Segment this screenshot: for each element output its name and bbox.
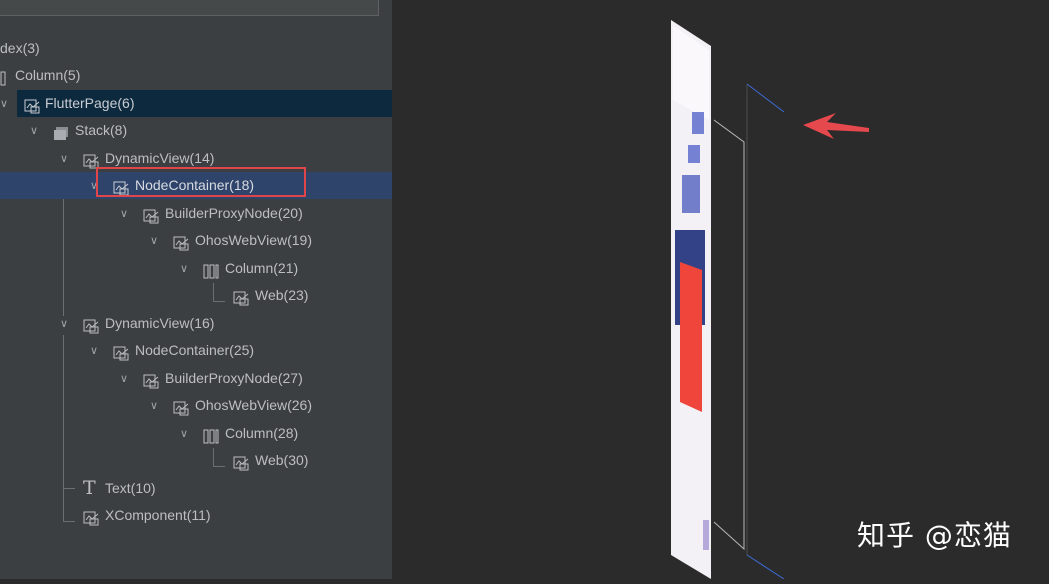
ui-element-block bbox=[703, 520, 709, 550]
tree-row[interactable]: XComponent(11) bbox=[0, 502, 392, 529]
tree-row-label: OhosWebView(19) bbox=[195, 232, 312, 248]
chevron-down-icon[interactable]: ∨ bbox=[148, 227, 160, 254]
chevron-down-icon[interactable]: ∨ bbox=[178, 255, 190, 282]
chevron-down-icon[interactable]: ∨ bbox=[118, 200, 130, 227]
ui-element-block bbox=[688, 145, 700, 163]
column-icon bbox=[203, 261, 219, 279]
tree-row[interactable]: Web(23) bbox=[0, 282, 392, 309]
component-icon bbox=[83, 508, 99, 526]
layer-outline-highlight bbox=[746, 554, 785, 580]
ui-element-block bbox=[692, 112, 704, 134]
column-icon bbox=[0, 68, 10, 86]
component-icon bbox=[233, 453, 249, 471]
chevron-down-icon[interactable]: ∨ bbox=[0, 90, 10, 117]
tree-row[interactable]: Column(5) bbox=[0, 62, 392, 89]
chevron-down-icon[interactable]: ∨ bbox=[178, 420, 190, 447]
arrow-annotation bbox=[803, 113, 869, 139]
tree-row-label: FlutterPage(6) bbox=[45, 95, 135, 111]
column-icon bbox=[203, 426, 219, 444]
tree-row[interactable]: ∨ OhosWebView(26) bbox=[0, 392, 392, 419]
component-tree-panel: dex(3) Column(5) ∨ FlutterPage(6) ∨ Stac… bbox=[0, 0, 392, 579]
component-icon bbox=[143, 206, 159, 224]
chevron-down-icon[interactable]: ∨ bbox=[148, 392, 160, 419]
component-icon bbox=[24, 96, 40, 114]
watermark: 知乎 @恋猫 bbox=[857, 519, 1012, 552]
component-icon bbox=[83, 151, 99, 169]
tree-row-label: NodeContainer(25) bbox=[135, 342, 255, 358]
tree-row-label: Stack(8) bbox=[75, 122, 128, 138]
tree-row[interactable]: ∨ OhosWebView(19) bbox=[0, 227, 392, 254]
tree-row[interactable]: ∨ NodeContainer(25) bbox=[0, 337, 392, 364]
layer-3d-view[interactable] bbox=[392, 0, 1049, 580]
component-icon bbox=[83, 316, 99, 334]
component-icon bbox=[143, 371, 159, 389]
tree-row-label: Web(30) bbox=[255, 452, 309, 468]
chevron-down-icon[interactable]: ∨ bbox=[28, 117, 40, 144]
chevron-down-icon[interactable]: ∨ bbox=[118, 365, 130, 392]
tree-row[interactable]: ∨ Stack(8) bbox=[0, 117, 392, 144]
text-icon: T bbox=[83, 477, 96, 499]
tree-row[interactable]: dex(3) bbox=[0, 35, 392, 62]
tree-row[interactable]: ∨ BuilderProxyNode(20) bbox=[0, 200, 392, 227]
tree-row-label: Column(5) bbox=[15, 67, 81, 83]
tree-row[interactable]: ∨ FlutterPage(6) bbox=[0, 90, 392, 117]
tree-row-label: Column(28) bbox=[225, 425, 299, 441]
highlight-annotation bbox=[96, 167, 306, 197]
tree-row[interactable]: ∨ DynamicView(16) bbox=[0, 310, 392, 337]
tree-row-label: dex(3) bbox=[0, 40, 40, 56]
ui-element-block bbox=[682, 175, 700, 213]
tree-row-label: OhosWebView(26) bbox=[195, 397, 312, 413]
component-icon bbox=[173, 398, 189, 416]
tree-row-label: XComponent(11) bbox=[105, 507, 211, 523]
component-icon bbox=[113, 343, 129, 361]
chevron-down-icon[interactable]: ∨ bbox=[58, 145, 70, 172]
layer-3d-canvas[interactable] bbox=[392, 0, 1049, 580]
chevron-down-icon[interactable]: ∨ bbox=[58, 310, 70, 337]
layer-outline bbox=[713, 119, 745, 551]
tree-row[interactable]: Web(30) bbox=[0, 447, 392, 474]
tree-row-label: Text(10) bbox=[105, 480, 156, 496]
tree-row-label: Web(23) bbox=[255, 287, 309, 303]
tree-row[interactable]: ∨ Column(21) bbox=[0, 255, 392, 282]
stack-icon bbox=[53, 123, 69, 140]
tree-row[interactable]: ∨ BuilderProxyNode(27) bbox=[0, 365, 392, 392]
tree-row-label: BuilderProxyNode(20) bbox=[165, 205, 303, 221]
search-input[interactable] bbox=[0, 0, 379, 16]
component-icon bbox=[173, 233, 189, 251]
red-content-block bbox=[680, 262, 702, 412]
tree-row-label: BuilderProxyNode(27) bbox=[165, 370, 303, 386]
component-icon bbox=[233, 288, 249, 306]
tree-row[interactable]: T Text(10) bbox=[0, 475, 392, 502]
tree-row-label: Column(21) bbox=[225, 260, 299, 276]
tree-row[interactable]: ∨ Column(28) bbox=[0, 420, 392, 447]
layer-outline-highlight bbox=[746, 83, 785, 113]
chevron-down-icon[interactable]: ∨ bbox=[88, 337, 100, 364]
tree-row-label: DynamicView(16) bbox=[105, 315, 215, 331]
